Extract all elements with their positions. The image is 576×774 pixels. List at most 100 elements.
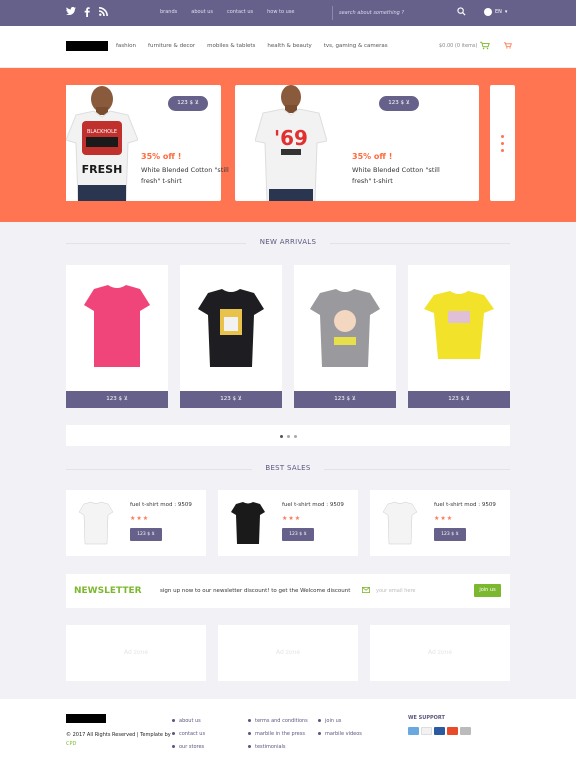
language-selector[interactable]: EN ▾ (484, 8, 507, 16)
ad-zone[interactable]: Ad zone (370, 625, 510, 681)
top-nav-about-us[interactable]: about us (191, 9, 213, 15)
add-to-cart-button[interactable]: 123 $ ⊻ (408, 391, 510, 408)
tshirt-image (382, 501, 418, 545)
pager-dot[interactable] (280, 435, 283, 438)
price-label: 123 $ (388, 100, 404, 106)
best-sale-card[interactable]: fuel t-shirt mod : 9509 ★★★ 123 $ ⊻ (218, 490, 358, 556)
newsletter-text: sign up now to our newsletter discount! … (160, 588, 351, 594)
pager-dot[interactable] (501, 142, 504, 145)
cart-icon: ⊻ (465, 396, 470, 402)
tshirt-image (231, 502, 265, 544)
payment-card-icon (408, 727, 419, 735)
add-to-cart-button[interactable]: 123 $ ⊻ (434, 528, 466, 541)
footer: © 2017 All Rights Reserved | Template by… (0, 699, 576, 774)
footer-link-contact-us[interactable]: contact us (172, 731, 205, 737)
tshirt-image (310, 289, 380, 367)
social-links (66, 6, 108, 17)
tshirt-image (198, 289, 264, 367)
hero-product-title: White Blended Cotton "still fresh" t-shi… (352, 166, 440, 185)
pager-dot[interactable] (501, 149, 504, 152)
copyright: © 2017 All Rights Reserved | Template by… (66, 731, 176, 749)
footer-link-join-us[interactable]: join us (318, 718, 362, 724)
add-to-cart-button[interactable]: 123 $ ⊻ (180, 391, 282, 408)
cart-total[interactable]: $0.00 (0 items) (439, 43, 477, 49)
join-button[interactable]: join us (474, 584, 501, 597)
tshirt-image (78, 501, 114, 545)
nav-health-beauty[interactable]: health & beauty (267, 43, 311, 49)
cart-icon: ⊻ (455, 532, 459, 537)
price-label: 123 $ (106, 396, 122, 402)
product-card[interactable]: 123 $ ⊻ (66, 265, 168, 408)
author-link[interactable]: CPD (66, 741, 76, 747)
cart-icon: ⊻ (151, 532, 155, 537)
facebook-icon[interactable] (82, 7, 92, 17)
new-arrivals-heading: NEW ARRIVALS (66, 237, 510, 249)
footer-logo[interactable] (66, 714, 106, 723)
support-title: WE SUPPORT (408, 715, 445, 721)
star-rating: ★★★ (282, 515, 302, 522)
add-to-cart-button[interactable]: 123 $ ⊻ (282, 528, 314, 541)
tshirt-image (84, 285, 150, 367)
pager-dot[interactable] (294, 435, 297, 438)
pager-dot[interactable] (287, 435, 290, 438)
mail-icon (362, 587, 370, 593)
top-nav-brands[interactable]: brands (160, 9, 177, 15)
nav-tvs-gaming-cameras[interactable]: tvs, gaming & cameras (324, 43, 388, 49)
footer-column: about us contact us our stores (172, 718, 205, 757)
carousel-pager (66, 425, 510, 446)
product-card[interactable]: 123 $ ⊻ (408, 265, 510, 408)
price-label: 123 $ (441, 532, 455, 537)
price-pill[interactable]: 123 $ ⊻ (379, 96, 419, 111)
add-to-cart-button[interactable]: 123 $ ⊻ (294, 391, 396, 408)
language-label: EN (495, 9, 502, 15)
search-box (332, 6, 472, 20)
search-input[interactable] (339, 8, 451, 18)
chevron-down-icon: ▾ (504, 9, 508, 15)
search-icon[interactable] (457, 7, 466, 16)
ad-zone[interactable]: Ad zone (218, 625, 358, 681)
hero-slide[interactable]: BLACKHOLE FRESH 123 $ ⊻ 35% off ! White … (66, 85, 229, 201)
twitter-icon[interactable] (66, 6, 76, 17)
top-nav-contact-us[interactable]: contact us (227, 9, 253, 15)
price-pill[interactable]: 123 $ ⊻ (168, 96, 208, 111)
payment-card-icon (447, 727, 458, 735)
product-name: fuel t-shirt mod : 9509 (282, 502, 344, 508)
top-nav-how-to-use[interactable]: how to use (267, 9, 294, 15)
best-sales-heading: BEST SALES (66, 463, 510, 475)
best-sale-card[interactable]: fuel t-shirt mod : 9509 ★★★ 123 $ ⊻ (66, 490, 206, 556)
nav-mobiles-tablets[interactable]: mobiles & tablets (207, 43, 255, 49)
shirt-print-text: FRESH (82, 163, 123, 176)
newsletter-bar: NEWSLETTER sign up now to our newsletter… (66, 574, 510, 608)
email-field[interactable] (376, 585, 466, 597)
rss-icon[interactable] (98, 7, 108, 17)
footer-link-press[interactable]: marbile in the press (248, 731, 308, 737)
footer-column: join us marbile videos (318, 718, 362, 744)
cart-icon: ⊻ (237, 396, 242, 402)
add-to-cart-button[interactable]: 123 $ ⊻ (66, 391, 168, 408)
footer-column: terms and conditions marbile in the pres… (248, 718, 308, 757)
section-title: BEST SALES (265, 464, 311, 472)
hero-slide[interactable]: '69 123 $ ⊻ 35% off ! White Blended Cott… (235, 85, 479, 201)
cart-icon[interactable] (504, 42, 512, 49)
discount-label: 35% off ! (141, 152, 182, 161)
pager-dot[interactable] (501, 135, 504, 138)
cart-icon: ⊻ (123, 396, 128, 402)
cart-icon[interactable] (480, 41, 490, 50)
logo[interactable] (66, 41, 108, 51)
ad-label: Ad zone (123, 649, 149, 656)
product-card[interactable]: 123 $ ⊻ (180, 265, 282, 408)
best-sale-card[interactable]: fuel t-shirt mod : 9509 ★★★ 123 $ ⊻ (370, 490, 510, 556)
footer-link-testimonials[interactable]: testimonials (248, 744, 308, 750)
add-to-cart-button[interactable]: 123 $ ⊻ (130, 528, 162, 541)
nav-furniture-decor[interactable]: furniture & decor (148, 43, 195, 49)
price-label: 123 $ (220, 396, 236, 402)
product-card[interactable]: 123 $ ⊻ (294, 265, 396, 408)
footer-link-videos[interactable]: marbile videos (318, 731, 362, 737)
nav-fashion[interactable]: fashion (116, 43, 136, 49)
ad-zone[interactable]: Ad zone (66, 625, 206, 681)
footer-link-our-stores[interactable]: our stores (172, 744, 205, 750)
main-nav: fashion furniture & decor mobiles & tabl… (116, 43, 400, 49)
footer-link-terms[interactable]: terms and conditions (248, 718, 308, 724)
payment-card-icon (421, 727, 432, 735)
footer-link-about-us[interactable]: about us (172, 718, 205, 724)
